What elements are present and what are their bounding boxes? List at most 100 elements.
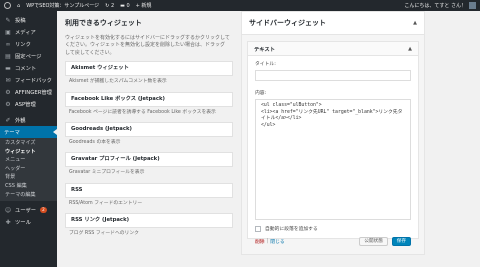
widget-item: Akismet ウィジェット Akismet が捕獲したスパムコメント数を表示: [65, 61, 233, 87]
submenu-menus[interactable]: メニュー: [0, 156, 57, 165]
media-icon: ▣: [5, 28, 11, 36]
users-badge: 2: [40, 207, 47, 214]
menu-asp[interactable]: ⚙ ASP管理: [0, 98, 57, 110]
submenu-header[interactable]: ヘッダー: [0, 165, 57, 174]
sidebar-widgets-panel: サイドバーウィジェット ▲ テキスト ▲ タイトル: 内容: <ul class…: [241, 11, 425, 267]
menu-label: 投稿: [15, 18, 26, 24]
home-icon[interactable]: ⌂: [14, 0, 23, 11]
gear-icon: ⚙: [5, 100, 11, 108]
close-link[interactable]: 閉じる: [270, 238, 284, 245]
widget-item: RSS RSS/Atom フィードのエントリー: [65, 182, 233, 209]
menu-label: テーマ: [4, 130, 20, 136]
title-label: タイトル:: [255, 62, 276, 67]
link-icon: ∞: [5, 40, 11, 48]
menu-affinger[interactable]: ⚙ AFFINGER管理: [0, 86, 57, 98]
page-icon: ▤: [5, 52, 11, 60]
menu-label: ASP管理: [15, 102, 36, 108]
widget-description: RSS/Atom フィードのエントリー: [69, 200, 143, 206]
submenu-customize[interactable]: カスタマイズ: [0, 139, 57, 148]
tool-icon: ✚: [5, 218, 11, 226]
submenu-theme-editor[interactable]: テーマの編集: [0, 191, 57, 200]
comments-count: 0: [126, 2, 130, 9]
menu-tools[interactable]: ✚ ツール: [0, 216, 57, 228]
menu-label: フィードバック: [15, 78, 52, 84]
submenu-background[interactable]: 背景: [0, 173, 57, 182]
widget-rss-links[interactable]: RSS リンク (Jetpack): [65, 213, 233, 229]
sidebar-widgets-title: サイドバーウィジェット: [249, 19, 326, 27]
pin-icon: ✎: [5, 16, 11, 24]
text-widget-title: テキスト: [254, 46, 276, 53]
appearance-submenu: カスタマイズ ウィジェット メニュー ヘッダー 背景 CSS 編集 テーマの編集: [0, 138, 57, 202]
text-widget-form: タイトル: 内容: <ul class="ulButton"> <li><a h…: [248, 56, 418, 250]
autop-row: 自動的に段落を追加する: [255, 225, 411, 232]
menu-label: ツール: [15, 220, 31, 227]
account-menu[interactable]: こんにちは、てすと さん！: [404, 2, 480, 9]
save-button[interactable]: 保存: [391, 237, 411, 246]
widget-item: Goodreads (Jetpack) Goodreads の本を表示: [65, 122, 233, 148]
menu-users[interactable]: ☺ ユーザー 2: [0, 204, 57, 216]
menu-comments[interactable]: ▬ コメント: [0, 62, 57, 74]
sidebar-widgets-body: テキスト ▲ タイトル: 内容: <ul class="ulButton"> <…: [241, 35, 425, 255]
menu-themes[interactable]: テーマ: [0, 126, 57, 138]
autop-checkbox[interactable]: [255, 225, 261, 232]
brush-icon: ✐: [5, 116, 11, 124]
collapse-arrow-icon[interactable]: ▲: [413, 20, 417, 26]
link-separator: |: [266, 239, 269, 244]
menu-links[interactable]: ∞ リンク: [0, 38, 57, 50]
widget-akismet[interactable]: Akismet ウィジェット: [65, 61, 233, 77]
text-widget: テキスト ▲ タイトル: 内容: <ul class="ulButton"> <…: [247, 41, 419, 246]
menu-label: 外観: [15, 118, 26, 124]
menu-label: 固定ページ: [15, 54, 42, 60]
submenu-css-edit[interactable]: CSS 編集: [0, 182, 57, 191]
menu-appearance[interactable]: ✐ 外観: [0, 114, 57, 126]
menu-label: メディア: [15, 30, 36, 36]
text-widget-header[interactable]: テキスト ▲: [248, 42, 418, 56]
widget-description: ブログ RSS フィードへのリンク: [69, 231, 139, 237]
menu-pages[interactable]: ▤ 固定ページ: [0, 50, 57, 62]
sidebar-widgets-header[interactable]: サイドバーウィジェット ▲: [241, 11, 425, 35]
submenu-widgets[interactable]: ウィジェット: [0, 148, 57, 157]
widget-item: RSS リンク (Jetpack) ブログ RSS フィードへのリンク: [65, 213, 233, 239]
avatar: [469, 2, 476, 9]
comment-icon: ▬: [5, 64, 11, 72]
delete-link[interactable]: 削除: [255, 238, 265, 245]
updates-indicator[interactable]: ↻ 2: [102, 0, 117, 11]
widget-rss[interactable]: RSS: [65, 182, 233, 198]
widget-description: Gravatar ミニプロフィールを表示: [69, 170, 145, 176]
comments-indicator[interactable]: ▬ 0: [117, 0, 133, 11]
user-icon: ☺: [4, 206, 12, 214]
menu-label: ユーザー: [15, 208, 37, 215]
available-widgets-panel: 利用できるウィジェット ウィジェットを有効化するにはサイドバーにドラッグするかク…: [65, 11, 233, 267]
new-content-link[interactable]: + 新規: [133, 0, 155, 11]
menu-label: コメント: [15, 66, 37, 72]
menu-posts[interactable]: ✎ 投稿: [0, 14, 57, 26]
available-widgets-description: ウィジェットを有効化するにはサイドバーにドラッグするかクリックしてください。ウィ…: [65, 35, 230, 56]
menu-label: AFFINGER管理: [15, 90, 52, 96]
saved-status-button[interactable]: 公開状態: [359, 237, 388, 246]
site-name-link[interactable]: WPでSEO対策：サンプルページ: [23, 0, 102, 11]
widget-actions: 削除 | 閉じる 公開状態 保存: [255, 237, 411, 246]
widget-item: Gravatar プロフィール (Jetpack) Gravatar ミニプロフ…: [65, 152, 233, 178]
menu-media[interactable]: ▣ メディア: [0, 26, 57, 38]
greeting-text: こんにちは、てすと さん！: [404, 3, 466, 9]
available-widgets-title: 利用できるウィジェット: [65, 19, 142, 27]
widget-goodreads[interactable]: Goodreads (Jetpack): [65, 122, 233, 138]
wordpress-logo-icon[interactable]: [4, 2, 11, 9]
menu-feedback[interactable]: ✉ フィードバック: [0, 74, 57, 86]
collapse-arrow-icon[interactable]: ▲: [408, 46, 412, 52]
widget-description: Facebook ページに読者を誘導する Facebook Like ボックスを…: [69, 109, 216, 115]
content-label: 内容:: [255, 91, 267, 96]
widget-facebook-like-box[interactable]: Facebook Like ボックス (Jetpack): [65, 91, 233, 107]
gear-icon: ⚙: [5, 88, 11, 96]
menu-label: リンク: [15, 42, 31, 48]
feedback-icon: ✉: [5, 76, 11, 84]
updates-count: 2: [110, 2, 115, 9]
widget-gravatar-profile[interactable]: Gravatar プロフィール (Jetpack): [65, 152, 233, 168]
widget-description: Akismet が捕獲したスパムコメント数を表示: [69, 79, 167, 85]
autop-label: 自動的に段落を追加する: [265, 227, 318, 232]
content-textarea[interactable]: <ul class="ulButton"> <li><a href="リンク先U…: [255, 99, 411, 220]
admin-bar: ⌂ WPでSEO対策：サンプルページ ↻ 2 ▬ 0 + 新規 こんにちは、てす…: [0, 0, 480, 11]
widget-description: Goodreads の本を表示: [69, 140, 121, 146]
widget-item: Facebook Like ボックス (Jetpack) Facebook ペー…: [65, 91, 233, 118]
title-input[interactable]: [255, 70, 411, 81]
